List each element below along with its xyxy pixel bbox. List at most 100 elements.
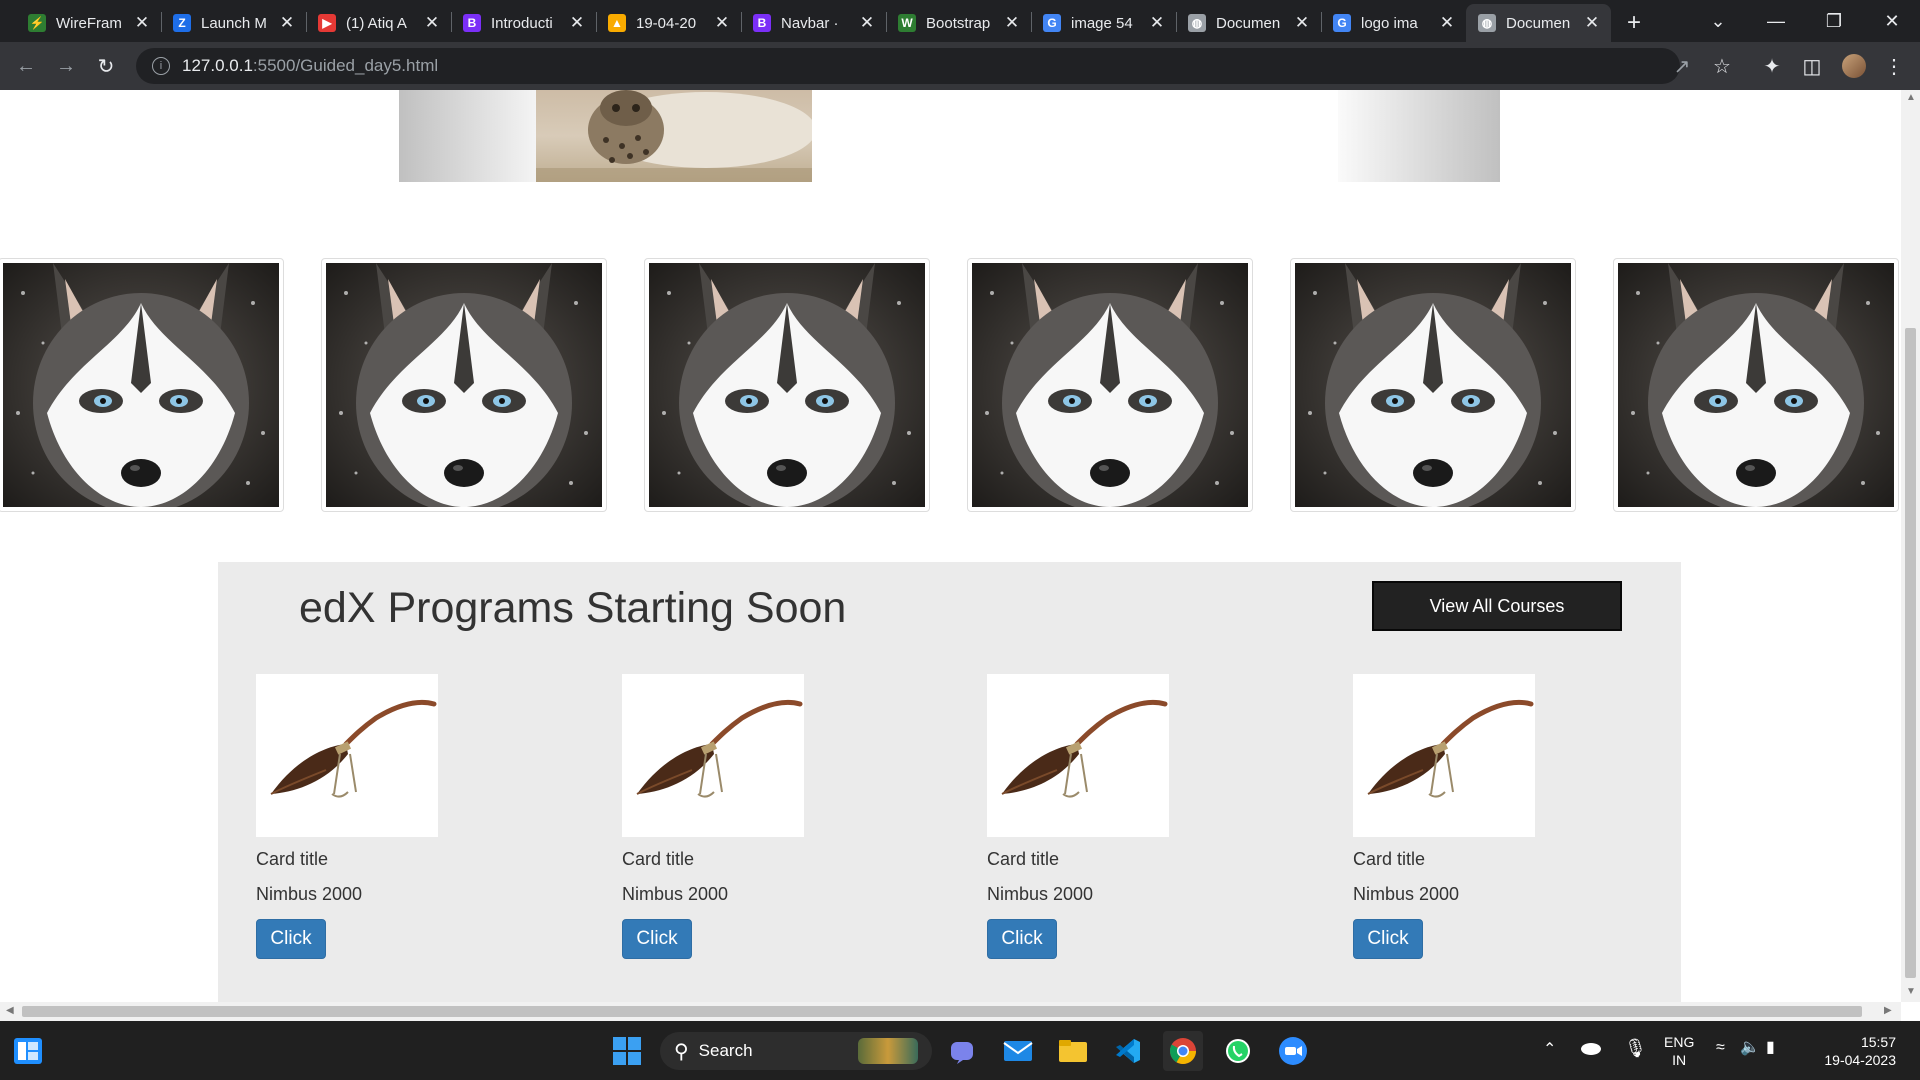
restore-icon[interactable]: ❐ xyxy=(1806,0,1862,42)
husky-image xyxy=(1295,263,1571,507)
youtube-icon: ▶ xyxy=(318,14,336,32)
close-tab-icon[interactable]: ✕ xyxy=(1003,13,1021,33)
gallery-image-card[interactable] xyxy=(1613,258,1899,512)
gallery-image-card[interactable] xyxy=(1290,258,1576,512)
close-tab-icon[interactable]: ✕ xyxy=(1583,13,1601,33)
file-explorer-icon[interactable] xyxy=(1053,1031,1093,1071)
battery-icon[interactable]: ▮ xyxy=(1766,1039,1775,1057)
browser-tab[interactable]: Z Launch M ✕ xyxy=(161,4,306,42)
language-indicator[interactable]: ENG IN xyxy=(1664,1033,1694,1069)
menu-kebab-icon[interactable]: ⋮ xyxy=(1880,52,1908,80)
course-card: Card title Nimbus 2000 Click xyxy=(987,674,1187,959)
volume-icon[interactable]: 🔈 xyxy=(1740,1039,1760,1057)
course-card: Card title Nimbus 2000 Click xyxy=(622,674,822,959)
tab-title: Introducti xyxy=(491,14,553,32)
avatar[interactable] xyxy=(1840,52,1868,80)
card-text: Nimbus 2000 xyxy=(622,884,729,904)
search-highlight-icon xyxy=(858,1038,918,1064)
click-button[interactable]: Click xyxy=(987,919,1057,959)
site-info-icon[interactable]: i xyxy=(152,57,170,75)
chrome-icon[interactable] xyxy=(1163,1031,1203,1071)
close-tab-icon[interactable]: ✕ xyxy=(278,13,296,33)
click-button[interactable]: Click xyxy=(256,919,326,959)
horizontal-scrollbar[interactable]: ◀ ▶ xyxy=(0,1002,1901,1021)
clock[interactable]: 15:57 19-04-2023 xyxy=(1812,1033,1896,1069)
microphone-icon[interactable]: 🎙 xyxy=(1624,1039,1647,1057)
browser-tab[interactable]: ◍ Documen ✕ xyxy=(1466,4,1611,42)
carousel-prev-control[interactable] xyxy=(399,90,536,182)
browser-tab[interactable]: ▶ (1) Atiq A ✕ xyxy=(306,4,451,42)
gallery-image-card[interactable] xyxy=(0,258,284,512)
carousel-next-control[interactable] xyxy=(1338,90,1500,182)
start-icon[interactable] xyxy=(607,1031,647,1071)
bootstrap-icon: B xyxy=(463,14,481,32)
husky-image xyxy=(3,263,279,507)
browser-tab[interactable]: B Introducti ✕ xyxy=(451,4,596,42)
tab-title: image 54 xyxy=(1071,14,1133,32)
close-tab-icon[interactable]: ✕ xyxy=(1148,13,1166,33)
teams-chat-icon[interactable] xyxy=(943,1031,983,1071)
windows-taskbar: ⚲ Search ⌃ 🎙 ENG IN ≈ 🔈 ▮ 15:57 19-04-20… xyxy=(0,1021,1920,1080)
wifi-icon[interactable]: ≈ xyxy=(1716,1039,1725,1057)
extensions-icon[interactable]: ✦ xyxy=(1758,52,1786,80)
google-icon: G xyxy=(1333,14,1351,32)
browser-tab[interactable]: ◍ Documen ✕ xyxy=(1176,4,1321,42)
course-card: Card title Nimbus 2000 Click xyxy=(256,674,456,959)
onedrive-icon[interactable] xyxy=(1580,1039,1602,1059)
gallery-image-card[interactable] xyxy=(321,258,607,512)
broom-image xyxy=(256,674,438,837)
scrollbar-thumb[interactable] xyxy=(1905,328,1916,978)
google-drive-icon: ▲ xyxy=(608,14,626,32)
close-tab-icon[interactable]: ✕ xyxy=(1293,13,1311,33)
browser-tab[interactable]: Gimage 54 ✕ xyxy=(1031,4,1176,42)
close-tab-icon[interactable]: ✕ xyxy=(568,13,586,33)
close-window-icon[interactable]: ✕ xyxy=(1864,0,1920,42)
scroll-up-icon[interactable]: ▲ xyxy=(1906,92,1916,103)
vscode-icon[interactable] xyxy=(1108,1031,1148,1071)
mail-icon[interactable] xyxy=(998,1031,1038,1071)
tab-search-icon[interactable]: ⌄ xyxy=(1690,0,1746,42)
card-title: Card title xyxy=(622,849,695,869)
share-icon[interactable]: ↗ xyxy=(1668,52,1696,80)
browser-tab[interactable]: ⚡ WireFram ✕ xyxy=(16,4,161,42)
close-tab-icon[interactable]: ✕ xyxy=(133,13,151,33)
side-panel-icon[interactable]: ◫ xyxy=(1798,52,1826,80)
forward-icon[interactable]: → xyxy=(52,52,80,80)
scroll-left-icon[interactable]: ◀ xyxy=(6,1005,14,1016)
husky-image xyxy=(649,263,925,507)
show-hidden-icons-icon[interactable]: ⌃ xyxy=(1543,1041,1556,1059)
close-tab-icon[interactable]: ✕ xyxy=(858,13,876,33)
back-icon[interactable]: ← xyxy=(12,52,40,80)
browser-tab[interactable]: W Bootstrap ✕ xyxy=(886,4,1031,42)
browser-tab[interactable]: Glogo ima ✕ xyxy=(1321,4,1466,42)
address-bar[interactable]: i 127.0.0.1:5500/Guided_day5.html xyxy=(136,48,1680,84)
scroll-down-icon[interactable]: ▼ xyxy=(1906,986,1916,997)
scrollbar-thumb[interactable] xyxy=(22,1006,1862,1017)
tab-title: WireFram xyxy=(56,14,122,32)
close-tab-icon[interactable]: ✕ xyxy=(713,13,731,33)
widgets-icon[interactable] xyxy=(8,1031,48,1071)
click-button[interactable]: Click xyxy=(622,919,692,959)
browser-tab[interactable]: ▲ 19-04-20 ✕ xyxy=(596,4,741,42)
reload-icon[interactable]: ↻ xyxy=(92,52,120,80)
click-button[interactable]: Click xyxy=(1353,919,1423,959)
scroll-right-icon[interactable]: ▶ xyxy=(1884,1005,1892,1016)
close-tab-icon[interactable]: ✕ xyxy=(423,13,441,33)
page-viewport: edX Programs Starting Soon View All Cour… xyxy=(0,90,1901,1002)
bootstrap-icon: B xyxy=(753,14,771,32)
browser-tab[interactable]: B Navbar · ✕ xyxy=(741,4,886,42)
zoom-icon[interactable] xyxy=(1273,1031,1313,1071)
w3schools-icon: W xyxy=(898,14,916,32)
vertical-scrollbar[interactable]: ▲ ▼ xyxy=(1901,90,1920,1002)
close-tab-icon[interactable]: ✕ xyxy=(1438,13,1456,33)
gallery-image-card[interactable] xyxy=(967,258,1253,512)
search-label: Search xyxy=(698,1041,753,1060)
bookmark-star-icon[interactable]: ☆ xyxy=(1708,52,1736,80)
tab-strip: ⚡ WireFram ✕ Z Launch M ✕ ▶ (1) Atiq A ✕ B Introdu… xyxy=(0,0,1920,42)
gallery-image-card[interactable] xyxy=(644,258,930,512)
view-all-courses-button[interactable]: View All Courses xyxy=(1372,581,1622,631)
minimize-icon[interactable]: — xyxy=(1748,0,1804,42)
whatsapp-icon[interactable] xyxy=(1218,1031,1258,1071)
taskbar-search[interactable]: ⚲ Search xyxy=(660,1032,932,1070)
new-tab-button[interactable]: + xyxy=(1615,4,1655,42)
